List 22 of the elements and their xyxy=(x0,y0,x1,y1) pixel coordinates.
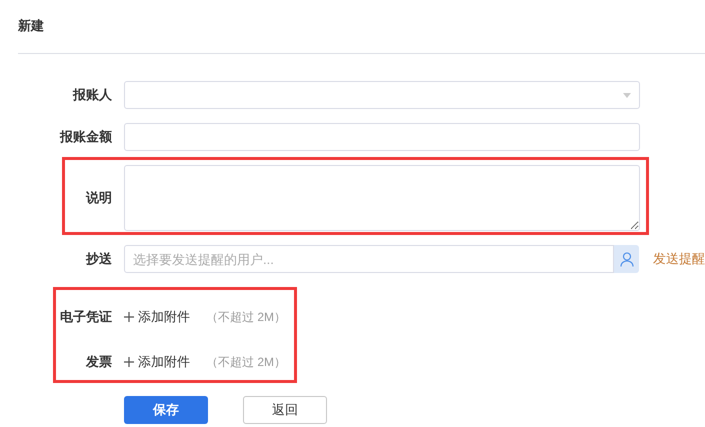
field-label: 抄送 xyxy=(86,251,112,266)
back-button[interactable]: 返回 xyxy=(243,396,327,424)
field-label: 报账人 xyxy=(73,87,112,102)
field-label: 发票 xyxy=(86,354,112,370)
save-button[interactable]: 保存 xyxy=(124,396,208,424)
user-search-field[interactable]: 选择要发送提醒的用户... xyxy=(124,245,614,273)
field-label: 报账金额 xyxy=(60,129,112,144)
text-area[interactable] xyxy=(124,165,640,231)
size-limit-note: （不超过 2M） xyxy=(206,309,286,326)
size-limit-note: （不超过 2M） xyxy=(206,354,286,371)
input-field[interactable] xyxy=(124,123,640,151)
user-picker-button[interactable] xyxy=(614,245,639,273)
add-attachment-button[interactable]: 添加附件 xyxy=(124,352,190,372)
plus-icon xyxy=(124,312,134,322)
add-attachment-button[interactable]: 添加附件 xyxy=(124,307,190,327)
select-field[interactable] xyxy=(124,81,640,109)
field-label: 说明 xyxy=(86,190,112,206)
user-icon xyxy=(620,252,634,266)
field-label: 电子凭证 xyxy=(60,309,112,324)
dropdown-caret-icon xyxy=(623,92,631,98)
plus-icon xyxy=(124,357,134,367)
page-title: 新建 xyxy=(18,18,44,33)
